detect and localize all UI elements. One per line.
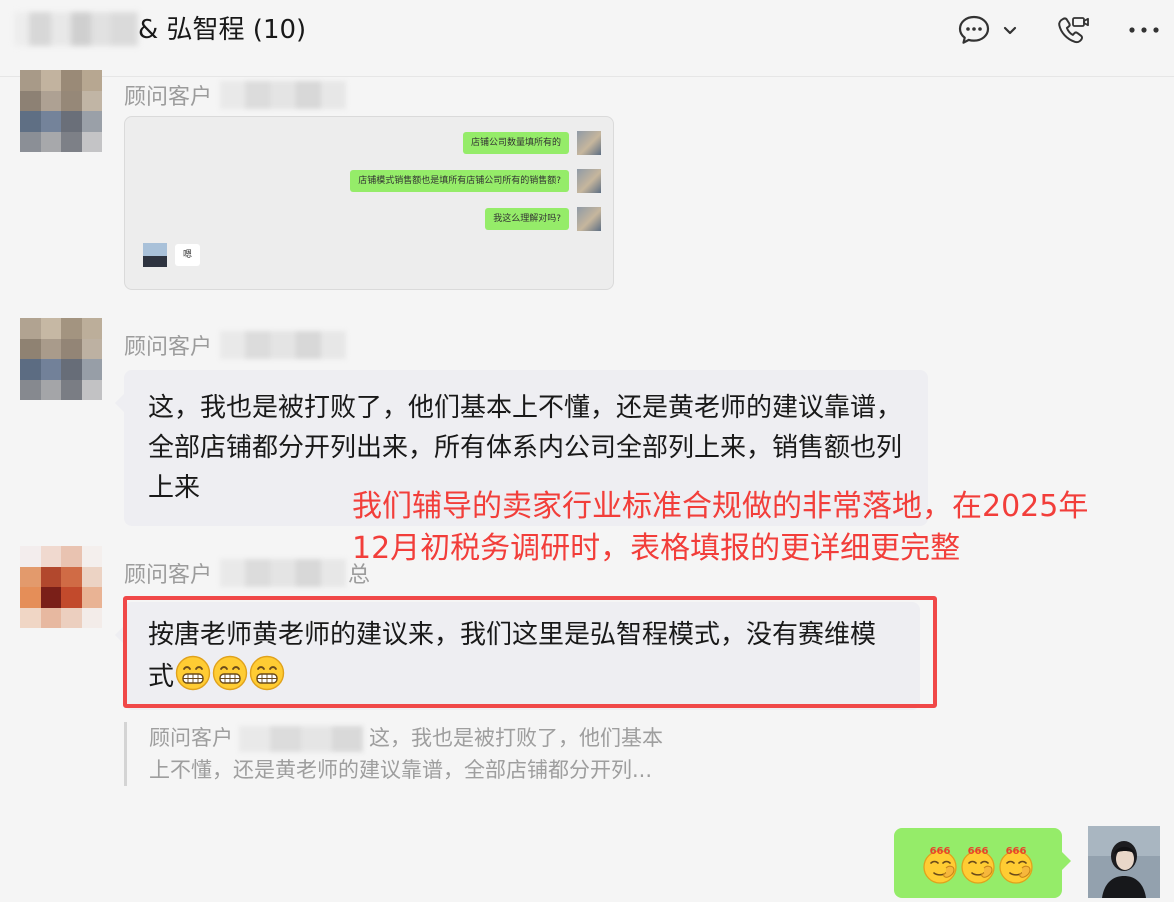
more-icon[interactable] (1124, 10, 1164, 50)
svg-text:666: 666 (930, 846, 951, 857)
red-annotation: 我们辅导的卖家行业标准合规做的非常落地，在2025年 12月初税务调研时，表格填… (352, 489, 1089, 566)
blurred-sender-name (220, 559, 347, 587)
blurred-sender-name (220, 331, 347, 359)
avatar (577, 131, 601, 155)
blurred-group-name (14, 12, 138, 46)
quoted-message[interactable]: 顾问客户 这，我也是被打败了，他们基本 上不懂，还是黄老师的建议靠谱，全部店铺都分… (124, 722, 744, 786)
chevron-down-icon[interactable] (998, 10, 1022, 50)
blurred-sender-name (220, 81, 347, 109)
avatar[interactable] (20, 318, 102, 400)
avatar[interactable] (20, 70, 102, 152)
svg-text:666: 666 (1006, 846, 1027, 857)
chat-bubble-icon[interactable] (954, 10, 994, 50)
avatar (577, 169, 601, 193)
highlight-box (123, 596, 937, 708)
outgoing-message-bubble[interactable]: 666 666 666 (894, 828, 1071, 898)
list-item: 店铺模式销售额也是填所有店铺公司所有的销售额? (350, 169, 601, 193)
video-call-icon[interactable] (1052, 10, 1092, 50)
chat-title[interactable]: & 弘智程 (10) (138, 10, 306, 50)
666-emoji: 666 (961, 846, 995, 884)
sender-name: 顾问客户 (124, 80, 347, 110)
chat-screenshot-image[interactable]: 店铺公司数量填所有的 店铺模式销售额也是填所有店铺公司所有的销售额? 我这么理解… (124, 116, 614, 290)
avatar (577, 207, 601, 231)
avatar (143, 243, 167, 267)
list-item: 店铺公司数量填所有的 (462, 131, 601, 155)
sender-name: 顾问客户 (124, 330, 347, 360)
list-item: 嗯 (143, 243, 201, 267)
666-emoji: 666 (923, 846, 957, 884)
avatar[interactable] (20, 546, 102, 628)
blurred-sender-name (239, 726, 363, 752)
list-item: 我这么理解对吗? (485, 207, 601, 231)
sender-name: 顾问客户 总 (124, 558, 370, 588)
svg-text:666: 666 (968, 846, 989, 857)
avatar[interactable] (1088, 826, 1160, 898)
666-emoji: 666 (999, 846, 1033, 884)
chat-header: & 弘智程 (10) (0, 0, 1174, 77)
